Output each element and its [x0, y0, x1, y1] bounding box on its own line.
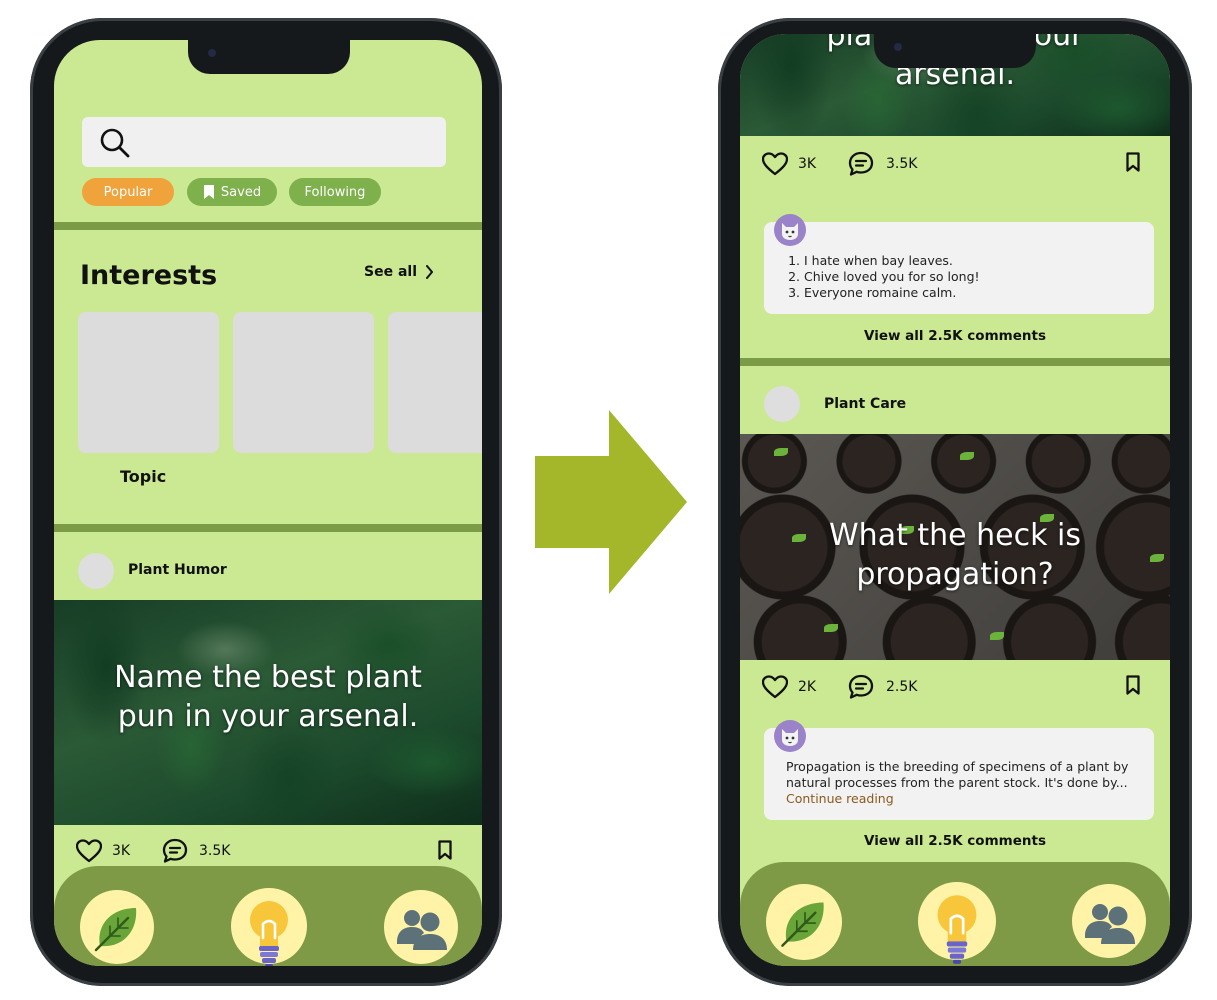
sprout	[774, 448, 788, 456]
phone-frame-right: plant pun in your arsenal. 3K 3.5K I hat…	[718, 18, 1192, 986]
commenter-avatar[interactable]	[774, 214, 806, 246]
nav-community-button[interactable]	[384, 890, 458, 964]
screen-left: Popular Saved Following Interests See al…	[54, 40, 482, 966]
view-all-comments-link[interactable]: View all 2.5K comments	[740, 328, 1170, 344]
comment-line: I hate when bay leaves.	[804, 253, 980, 269]
like-count: 3K	[112, 843, 131, 859]
topic-label: Topic	[120, 467, 167, 486]
comment-preview[interactable]: I hate when bay leaves. Chive loved you …	[764, 222, 1154, 314]
filter-chip-label: Following	[304, 184, 366, 200]
post-image[interactable]: What the heck is propagation?	[740, 434, 1170, 660]
comment-line: Chive loved you for so long!	[804, 269, 980, 285]
comment-count: 2.5K	[886, 679, 918, 695]
comment-text: Propagation is the breeding of specimens…	[786, 759, 1138, 807]
search-input[interactable]	[82, 117, 446, 167]
post-image[interactable]: Name the best plant pun in your arsenal.	[54, 600, 482, 825]
comment-preview[interactable]: Propagation is the breeding of specimens…	[764, 728, 1154, 820]
filter-chip-label: Popular	[103, 184, 153, 200]
filter-chip-popular[interactable]: Popular	[82, 178, 174, 206]
chevron-right-icon	[426, 265, 433, 279]
section-divider	[54, 222, 482, 230]
people-icon	[397, 910, 447, 950]
comment-icon[interactable]	[848, 151, 874, 177]
avatar[interactable]	[764, 386, 800, 422]
heart-icon[interactable]	[762, 675, 788, 699]
camera	[894, 43, 902, 51]
nav-ideas-button[interactable]	[231, 888, 307, 966]
screen-right: plant pun in your arsenal. 3K 3.5K I hat…	[740, 34, 1170, 966]
see-all-label: See all	[364, 264, 417, 280]
continue-reading-link[interactable]: Continue reading	[786, 791, 894, 806]
filter-chip-label: Saved	[220, 184, 262, 200]
comment-line: Everyone romaine calm.	[804, 285, 980, 301]
bookmark-icon[interactable]	[438, 840, 452, 860]
comment-icon[interactable]	[848, 674, 874, 700]
sprout	[824, 624, 838, 632]
heart-icon[interactable]	[76, 839, 102, 863]
topic-card[interactable]	[388, 312, 482, 453]
filter-chip-saved[interactable]: Saved	[187, 178, 277, 206]
arrow-right-icon	[535, 410, 687, 594]
post-title: What the heck is propagation?	[829, 518, 1081, 592]
filter-chip-following[interactable]: Following	[289, 178, 381, 206]
phone-frame-left: Popular Saved Following Interests See al…	[30, 18, 502, 986]
like-count: 3K	[798, 156, 817, 172]
post-author[interactable]: Plant Care	[824, 396, 906, 412]
topic-card[interactable]	[233, 312, 374, 453]
heart-icon[interactable]	[762, 152, 788, 176]
post-author[interactable]: Plant Humor	[128, 562, 227, 578]
search-icon	[100, 128, 130, 158]
lightbulb-icon	[937, 895, 977, 964]
notch	[188, 40, 350, 74]
nav-ideas-button[interactable]	[918, 882, 996, 964]
sprout	[960, 452, 974, 460]
bookmark-icon[interactable]	[1126, 152, 1140, 172]
nav-home-button[interactable]	[80, 890, 154, 964]
section-divider	[740, 358, 1170, 366]
post-title: Name the best plant pun in your arsenal.	[114, 660, 422, 734]
like-count: 2K	[798, 679, 817, 695]
leaf-icon	[781, 902, 824, 947]
commenter-avatar[interactable]	[774, 720, 806, 752]
comment-body: Propagation is the breeding of specimens…	[786, 759, 1129, 790]
comment-list: I hate when bay leaves. Chive loved you …	[804, 253, 980, 301]
comment-count: 3.5K	[199, 843, 231, 859]
lightbulb-icon	[250, 901, 288, 966]
comment-icon[interactable]	[162, 838, 188, 864]
nav-home-button[interactable]	[766, 884, 842, 960]
nav-community-button[interactable]	[1072, 884, 1146, 958]
topic-card[interactable]	[78, 312, 219, 453]
bookmark-icon[interactable]	[1126, 675, 1140, 695]
view-all-comments-link[interactable]: View all 2.5K comments	[740, 833, 1170, 849]
interests-title: Interests	[80, 260, 218, 291]
section-divider	[54, 524, 482, 532]
leaf-icon	[94, 908, 137, 952]
notch	[874, 34, 1036, 68]
sprout	[990, 632, 1004, 640]
comment-count: 3.5K	[886, 156, 918, 172]
see-all-link[interactable]: See all	[364, 264, 434, 280]
avatar[interactable]	[78, 553, 114, 589]
camera	[208, 49, 216, 57]
bookmark-icon	[203, 185, 214, 199]
people-icon	[1085, 904, 1135, 944]
